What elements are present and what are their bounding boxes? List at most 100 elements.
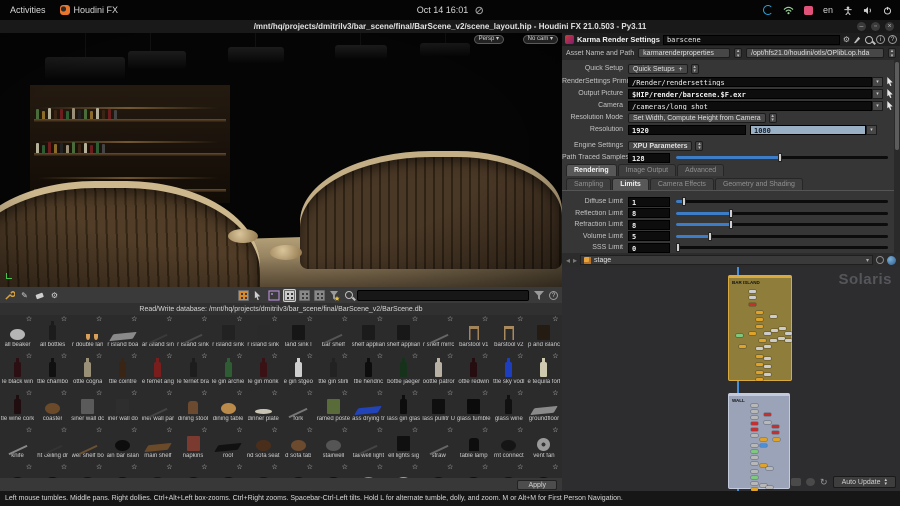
favorite-star-icon[interactable]: ☆ — [201, 353, 207, 360]
favorite-star-icon[interactable]: ☆ — [271, 390, 277, 397]
network-node[interactable] — [751, 456, 758, 459]
pick-file-icon[interactable] — [886, 89, 894, 98]
window-title-bar[interactable]: /mnt/hq/projects/dmitrilv3/bar_scene/fin… — [0, 20, 900, 33]
favorite-star-icon[interactable]: ☆ — [201, 390, 207, 397]
nav-back-icon[interactable]: ◂ — [566, 256, 570, 265]
network-node[interactable] — [736, 334, 743, 337]
asset-tile[interactable]: ☆r shelf mirrc — [421, 315, 456, 352]
network-node[interactable] — [764, 332, 771, 335]
network-node[interactable] — [760, 444, 767, 447]
favorite-star-icon[interactable]: ☆ — [96, 353, 102, 360]
network-node[interactable] — [764, 365, 771, 368]
favorite-star-icon[interactable]: ☆ — [482, 316, 488, 323]
limit-slider[interactable] — [676, 235, 888, 238]
favorite-star-icon[interactable]: ☆ — [96, 390, 102, 397]
favorite-star-icon[interactable]: ☆ — [447, 316, 453, 323]
engine-settings-spinner[interactable]: ▴▾ — [695, 141, 703, 151]
path-dropdown-icon[interactable]: ▾ — [866, 257, 869, 264]
favorite-star-icon[interactable]: ☆ — [236, 353, 242, 360]
tab-image-output[interactable]: Image Output — [618, 164, 676, 176]
clock[interactable]: Oct 14 16:01 — [417, 5, 469, 15]
favorite-star-icon[interactable]: ☆ — [447, 353, 453, 360]
favorite-star-icon[interactable]: ☆ — [26, 316, 32, 323]
context-icon[interactable] — [887, 256, 896, 265]
network-node[interactable] — [764, 357, 771, 360]
asset-tile[interactable]: ☆ttle sky vodl — [491, 352, 526, 389]
asset-tile[interactable]: ☆ttle gin stirli — [316, 352, 351, 389]
asset-tile[interactable]: ☆ttle hendric — [351, 352, 386, 389]
favorite-star-icon[interactable]: ☆ — [26, 390, 32, 397]
asset-tile[interactable]: ☆knife — [0, 426, 35, 463]
limit-slider[interactable] — [676, 246, 888, 249]
asset-tile[interactable]: ☆ar island sin — [140, 315, 175, 352]
asset-tile[interactable]: ☆roof — [211, 426, 246, 463]
favorite-star-icon[interactable]: ☆ — [26, 353, 32, 360]
favorite-star-icon[interactable]: ☆ — [307, 464, 313, 471]
asset-tile[interactable]: ☆ — [70, 463, 105, 478]
asset-tile[interactable]: ☆ottle redwin — [456, 352, 491, 389]
snapshot-icon[interactable] — [791, 478, 801, 486]
asset-tile[interactable]: ☆vent fan — [526, 426, 561, 463]
resolution-mode-spinner[interactable]: ▴▾ — [769, 113, 777, 123]
asset-tile[interactable]: ☆iner wall do — [105, 389, 140, 426]
network-node[interactable] — [760, 438, 767, 441]
comment-icon[interactable] — [806, 478, 815, 486]
asset-tile[interactable]: ☆e tequila fort — [526, 352, 561, 389]
asset-tile[interactable]: ☆ttle cointre — [105, 352, 140, 389]
info-icon[interactable]: i — [876, 35, 885, 44]
network-node[interactable] — [772, 425, 779, 428]
network-node[interactable] — [751, 416, 758, 419]
network-node[interactable] — [773, 438, 780, 441]
asset-tile[interactable]: ☆ — [211, 463, 246, 478]
quick-setups-spinner[interactable]: ▴▾ — [691, 64, 699, 74]
engine-settings-menu[interactable]: XPU Parameters — [628, 141, 692, 151]
keyboard-layout[interactable]: en — [823, 5, 833, 15]
asset-tile[interactable]: ☆le black win — [0, 352, 35, 389]
pick-star-icon[interactable] — [253, 290, 264, 301]
favorite-star-icon[interactable]: ☆ — [517, 427, 523, 434]
asset-tile[interactable]: ☆le gin archie — [211, 352, 246, 389]
favorite-star-icon[interactable]: ☆ — [271, 316, 277, 323]
network-path-field[interactable]: stage ▾ — [580, 255, 873, 265]
accessibility-icon[interactable] — [843, 6, 853, 15]
asset-tile[interactable]: ☆ — [316, 463, 351, 478]
app-indicator[interactable]: Houdini FX — [60, 5, 119, 15]
network-node[interactable] — [751, 462, 758, 465]
output-picture-input[interactable]: $HIP/render/barscene.$F.exr — [628, 89, 872, 99]
network-node[interactable] — [771, 329, 778, 332]
limit-input[interactable]: 1 — [628, 197, 670, 207]
asset-tile[interactable]: ☆ottle cogna — [70, 352, 105, 389]
favorite-star-icon[interactable]: ☆ — [271, 427, 277, 434]
favorite-star-icon[interactable]: ☆ — [342, 353, 348, 360]
favorite-star-icon[interactable]: ☆ — [271, 464, 277, 471]
asset-tile[interactable]: ☆shelf applian — [351, 315, 386, 352]
samples-input[interactable]: 128 — [628, 153, 670, 163]
refresh-icon[interactable]: ↻ — [820, 477, 828, 488]
app-tray-icon[interactable] — [763, 5, 773, 15]
image-tile-icon[interactable] — [268, 290, 280, 301]
favorite-star-icon[interactable]: ☆ — [447, 427, 453, 434]
favorite-star-icon[interactable]: ☆ — [447, 390, 453, 397]
favorite-star-icon[interactable]: ☆ — [236, 390, 242, 397]
help-icon[interactable]: ? — [888, 35, 897, 44]
favorite-star-icon[interactable]: ☆ — [552, 390, 558, 397]
asset-tile[interactable]: ☆ — [421, 463, 456, 478]
asset-tile[interactable]: ☆bar shelf — [316, 315, 351, 352]
network-box-wall[interactable]: WALL — [728, 393, 790, 489]
volume-icon[interactable] — [863, 6, 873, 15]
network-node[interactable] — [764, 421, 771, 424]
favorite-star-icon[interactable]: ☆ — [552, 427, 558, 434]
favorite-star-icon[interactable]: ☆ — [482, 427, 488, 434]
wrench-icon[interactable] — [4, 290, 15, 301]
favorite-star-icon[interactable]: ☆ — [412, 390, 418, 397]
asset-tile[interactable]: ☆lass pullitr U — [421, 389, 456, 426]
favorite-star-icon[interactable]: ☆ — [96, 427, 102, 434]
favorite-star-icon[interactable]: ☆ — [236, 464, 242, 471]
network-node[interactable] — [785, 332, 792, 335]
auto-update-menu[interactable]: Auto Update ▴▾ — [833, 476, 896, 488]
asset-tile[interactable]: ☆dinner plate — [246, 389, 281, 426]
asset-tile[interactable]: ☆tle wine cork — [0, 389, 35, 426]
asset-tile[interactable]: ☆lass gin glas — [386, 389, 421, 426]
asset-tile[interactable]: ☆ — [175, 463, 210, 478]
asset-tile[interactable]: ☆le gin monk — [246, 352, 281, 389]
